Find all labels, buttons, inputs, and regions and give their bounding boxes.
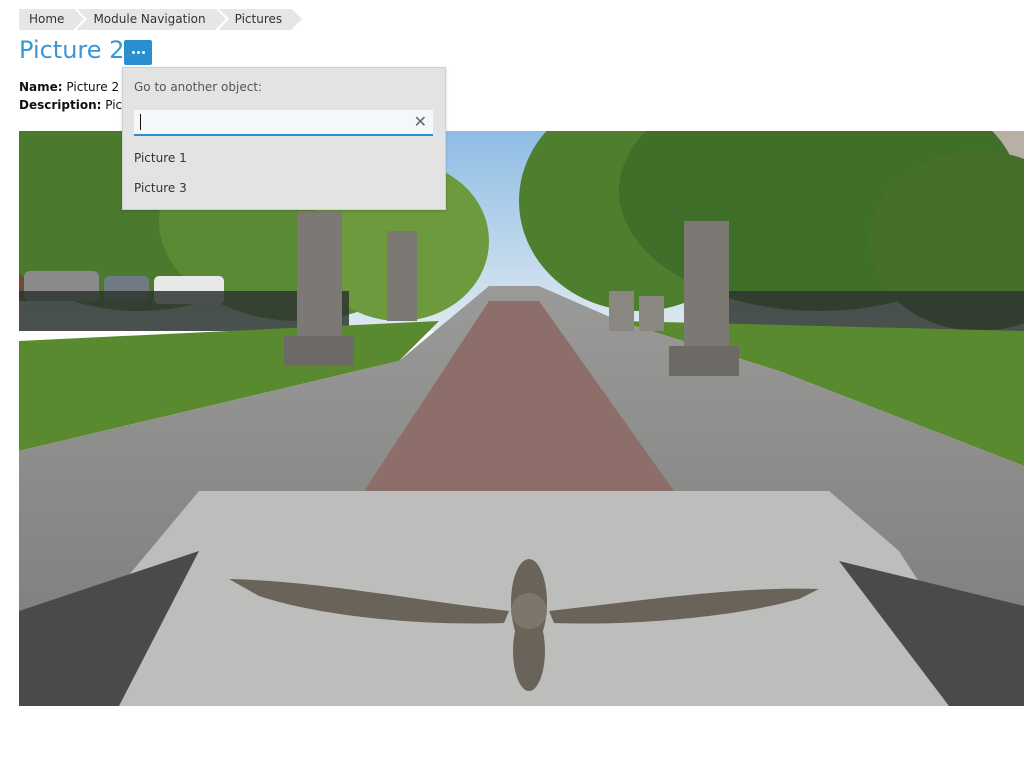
option-picture-1[interactable]: Picture 1	[134, 151, 187, 165]
breadcrumb-home[interactable]: Home	[19, 9, 85, 30]
breadcrumb-module-navigation[interactable]: Module Navigation	[77, 9, 226, 30]
more-options-button[interactable]	[124, 40, 152, 65]
dropdown-label: Go to another object:	[134, 80, 263, 94]
option-picture-3[interactable]: Picture 3	[134, 181, 187, 195]
clear-x-icon[interactable]: ✕	[414, 113, 427, 131]
page-title: Picture 2	[19, 36, 125, 64]
more-horizontal-icon	[131, 51, 135, 54]
object-search-input[interactable]: ✕	[134, 110, 433, 136]
name-field: Name: Picture 2	[19, 79, 119, 95]
description-field: Description: Pictu	[19, 97, 134, 113]
text-caret	[140, 114, 141, 130]
picture-image	[19, 131, 1024, 706]
name-label: Name:	[19, 80, 63, 94]
breadcrumb-pictures[interactable]: Pictures	[218, 9, 302, 30]
breadcrumb: Home Module Navigation Pictures	[19, 9, 302, 30]
memorial-alley-photo	[19, 131, 1024, 706]
name-value: Picture 2	[66, 80, 120, 94]
description-label: Description:	[19, 98, 102, 112]
go-to-object-dropdown: Go to another object: ✕ Picture 1 Pictur…	[122, 67, 446, 210]
